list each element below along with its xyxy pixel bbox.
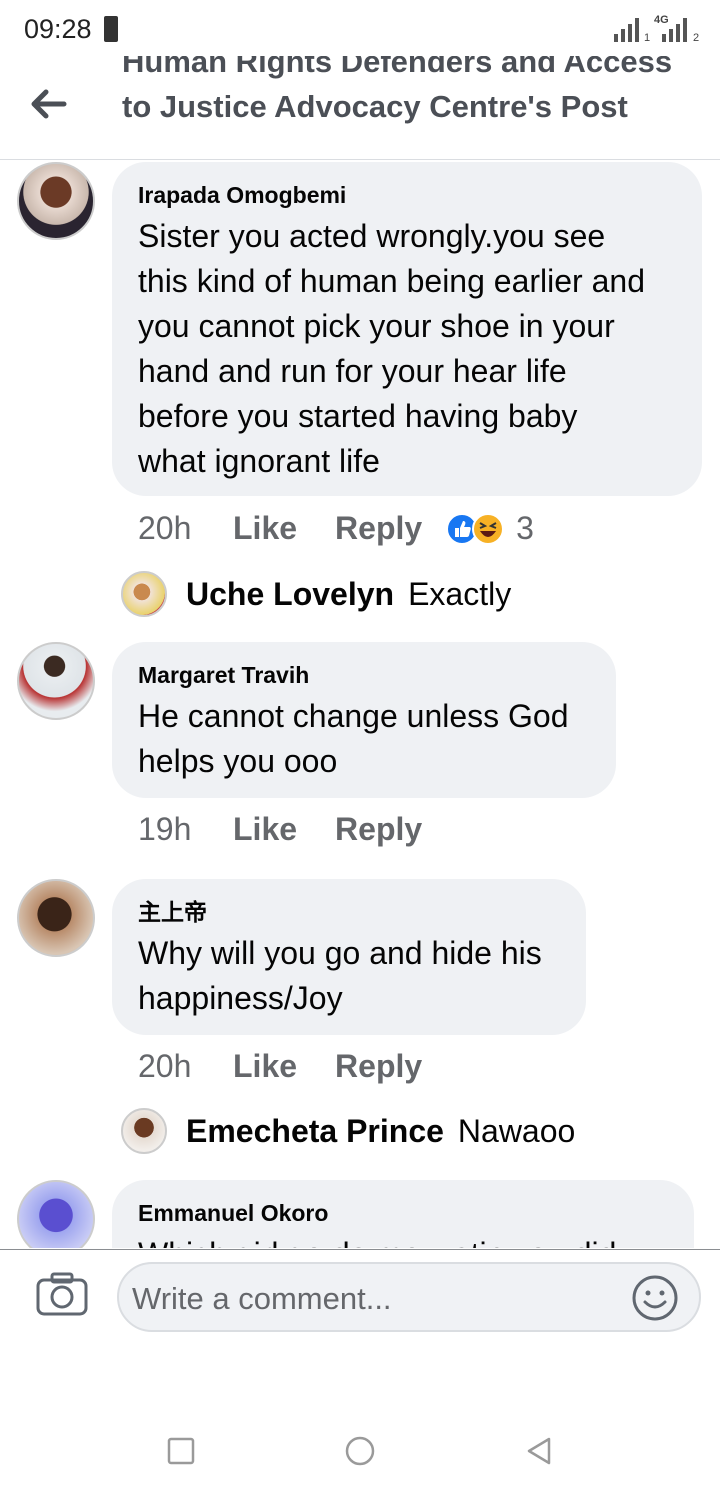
like-button[interactable]: Like [233,811,297,848]
sim1-label: 1 [644,32,651,44]
back-arrow-icon[interactable] [28,84,68,124]
camera-icon[interactable] [36,1272,88,1316]
reaction-count: 3 [516,510,534,546]
avatar[interactable] [17,162,95,240]
reply-button[interactable]: Reply [335,510,422,547]
comment-text: Sister you acted wrongly.you see this ki… [138,218,645,479]
system-nav-bar [0,1400,720,1500]
sim2-label: 2 [693,32,700,44]
commenter-name[interactable]: Emmanuel Okoro [138,1198,668,1228]
comment-actions: 20h Like Reply 3 [138,510,534,547]
haha-icon [472,512,505,545]
comment-input-placeholder: Write a comment... [132,1281,392,1316]
comment-timestamp: 20h [138,1048,192,1084]
comment-actions: 19h Like Reply [138,811,460,848]
page-title: Human Rights Defenders and Access to Jus… [122,56,673,124]
reply-text: Exactly [408,576,512,612]
comment-text: Why will you go and hide his happiness/J… [138,935,542,1016]
comments-feed[interactable]: Irapada Omogbemi Sister you acted wrongl… [0,160,720,1248]
emoji-icon[interactable] [631,1274,679,1322]
comment-timestamp: 19h [138,811,192,847]
comment-bubble[interactable]: Emmanuel Okoro Which girl go do me watin… [112,1180,694,1248]
reply-button[interactable]: Reply [335,1048,422,1085]
status-time: 09:28 [24,14,92,44]
comment-bubble[interactable]: 主上帝 Why will you go and hide his happine… [112,879,586,1035]
reactions-summary[interactable]: 3 [446,510,534,547]
reply-author-name[interactable]: Emecheta Prince [186,1113,444,1150]
reply-author-name[interactable]: Uche Lovelyn [186,576,394,613]
post-header: Human Rights Defenders and Access to Jus… [0,56,720,160]
reply-preview[interactable]: Emecheta Prince Nawaoo [186,1113,575,1150]
like-button[interactable]: Like [233,1048,297,1085]
status-bar: 09:28 1 4G 2 [0,0,720,56]
like-button[interactable]: Like [233,510,297,547]
avatar[interactable] [121,1108,167,1154]
comment-bubble[interactable]: Irapada Omogbemi Sister you acted wrongl… [112,162,702,496]
commenter-name[interactable]: Irapada Omogbemi [138,180,676,210]
comment-text: He cannot change unless God helps you oo… [138,698,569,779]
home-icon[interactable] [345,1436,375,1466]
battery-icon [104,16,118,42]
signal-icon-sim1 [614,18,639,42]
avatar[interactable] [17,642,95,720]
avatar[interactable] [121,571,167,617]
comment-input[interactable]: Write a comment... [117,1262,701,1332]
recent-apps-icon[interactable] [166,1436,196,1466]
comment-text: Which girl go do me watin you did [138,1232,668,1248]
commenter-name[interactable]: 主上帝 [138,897,560,927]
comment-bubble[interactable]: Margaret Travih He cannot change unless … [112,642,616,798]
comment-composer: Write a comment... [0,1249,720,1360]
reply-button[interactable]: Reply [335,811,422,848]
commenter-name[interactable]: Margaret Travih [138,660,590,690]
signal-icon-sim2 [662,18,687,42]
back-icon[interactable] [524,1436,554,1466]
comment-timestamp: 20h [138,510,192,546]
reply-text: Nawaoo [457,1113,576,1149]
avatar[interactable] [17,879,95,957]
avatar[interactable] [17,1180,95,1248]
reply-preview[interactable]: Uche Lovelyn Exactly [186,576,511,613]
comment-actions: 20h Like Reply [138,1048,460,1085]
